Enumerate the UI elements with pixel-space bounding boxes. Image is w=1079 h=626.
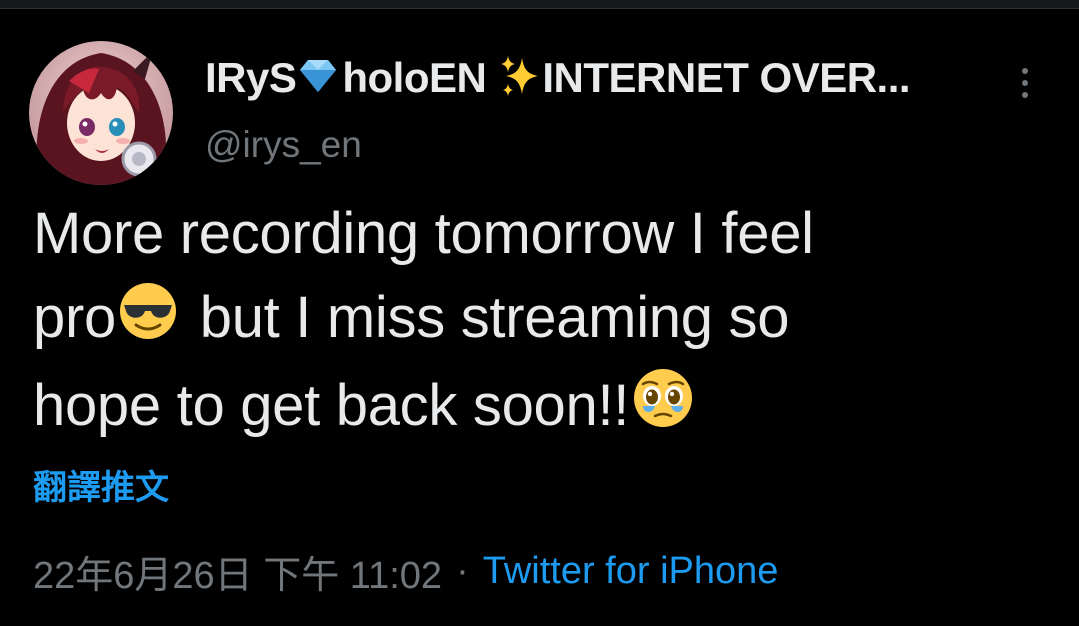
tweet-text-line-2a: pro — [33, 285, 116, 350]
author-handle[interactable]: @irys_en — [205, 124, 362, 166]
author-name-part2: holoEN — [342, 54, 487, 101]
tweet-text-line-2b: but I miss streaming so — [183, 285, 790, 350]
pleading-tears-face-icon — [631, 366, 695, 453]
top-divider — [0, 0, 1079, 9]
sunglasses-face-icon — [118, 280, 178, 364]
gem-icon — [298, 58, 338, 99]
tweet-card: IRyS holoEN INTERNET OVER... @irys_en Mo… — [0, 0, 1079, 626]
tweet-meta: 22年6月26日 下午 11:02 · Twitter for iPhone — [33, 544, 778, 599]
avatar-image — [29, 41, 173, 185]
tweet-text-line-1: More recording tomorrow I feel — [33, 201, 814, 266]
meta-separator: · — [456, 550, 469, 592]
tweet-text: More recording tomorrow I feel pro but I… — [33, 192, 1043, 453]
tweet-timestamp[interactable]: 22年6月26日 下午 11:02 — [33, 544, 442, 599]
avatar[interactable] — [29, 41, 173, 185]
tweet-source-link[interactable]: Twitter for iPhone — [483, 550, 779, 593]
author-name-part1: IRyS — [205, 54, 297, 101]
author-name[interactable]: IRyS holoEN INTERNET OVER... — [205, 50, 911, 106]
tweet-text-line-3: hope to get back soon!! — [33, 364, 1043, 453]
author-name-part3: INTERNET OVER... — [542, 54, 911, 101]
tweet-text-line-3a: hope to get back soon!! — [33, 372, 630, 438]
more-vertical-icon[interactable] — [1010, 64, 1040, 102]
translate-tweet-link[interactable]: 翻譯推文 — [33, 460, 169, 509]
sparkles-icon — [500, 54, 540, 103]
tweet-text-line-2: pro but I miss streaming so — [33, 276, 1043, 364]
